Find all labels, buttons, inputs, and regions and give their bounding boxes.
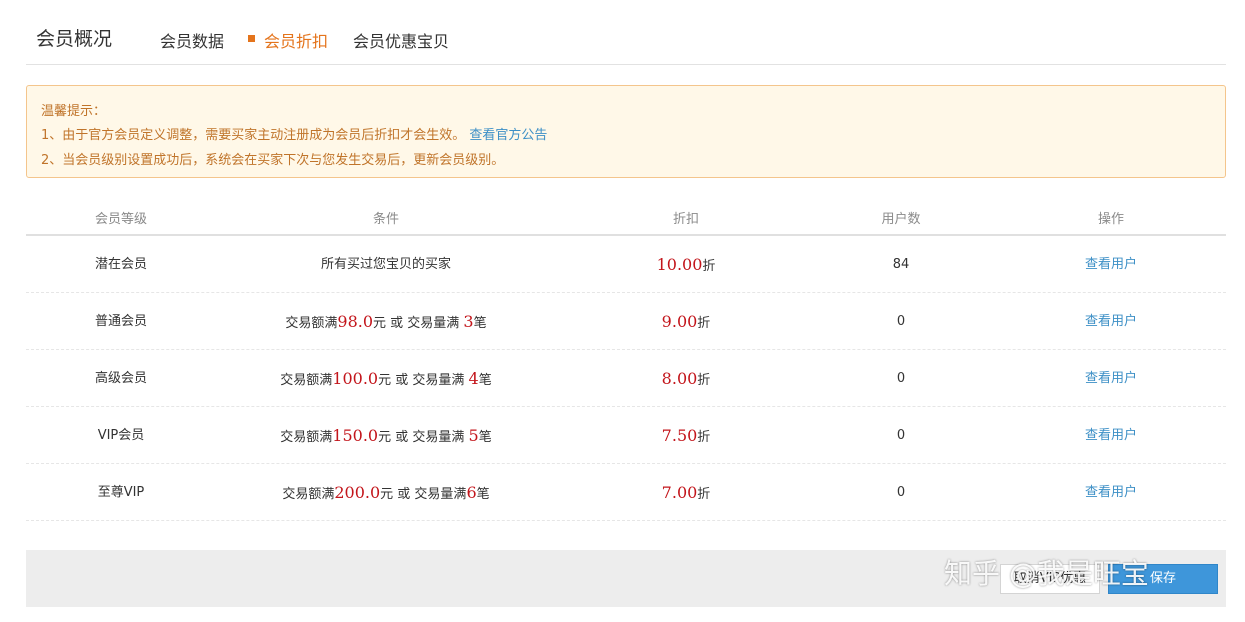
view-users-link[interactable]: 查看用户 <box>1011 407 1211 464</box>
discount-cell: 7.50折 <box>576 407 796 464</box>
view-users-link-text[interactable]: 查看用户 <box>1085 428 1137 443</box>
view-users-link[interactable]: 查看用户 <box>1011 350 1211 407</box>
users-cell: 0 <box>896 314 906 329</box>
discount-unit: 折 <box>702 259 716 274</box>
discount-cell: 10.00折 <box>576 236 796 293</box>
view-users-link-text[interactable]: 查看用户 <box>1085 314 1137 329</box>
condition-amount: 100.0 <box>332 369 379 388</box>
condition-suffix: 笔 <box>473 316 487 331</box>
col-discount-header: 折扣 <box>672 212 699 227</box>
view-users-link[interactable]: 查看用户 <box>1011 236 1211 293</box>
col-action-header: 操作 <box>1097 212 1124 227</box>
condition-amount: 98.0 <box>337 312 374 331</box>
condition-middle: 元 或 交易量满 <box>378 373 469 388</box>
tab-member-discount-label: 会员折扣 <box>264 32 329 51</box>
notice-title: 温馨提示： <box>41 104 107 119</box>
condition-count: 4 <box>468 369 479 388</box>
condition-prefix: 交易额满 <box>280 373 333 388</box>
view-users-link[interactable]: 查看用户 <box>1011 464 1211 521</box>
discount-unit: 折 <box>697 487 711 502</box>
notice-box: 温馨提示： 1、由于官方会员定义调整，需要买家主动注册成为会员后折扣才会生效。 … <box>26 85 1226 178</box>
member-level-table: 会员等级 条件 折扣 用户数 操作 潜在会员 所有买过您宝贝的买家 10.00折… <box>26 198 1226 521</box>
condition-count: 5 <box>468 426 479 445</box>
col-users-header: 用户数 <box>881 212 921 227</box>
users-cell: 84 <box>892 257 910 272</box>
table-row: 普通会员 交易额满98.0元 或 交易量满 3笔 9.00折 0 查看用户 <box>26 293 1226 350</box>
discount-unit: 折 <box>697 430 711 445</box>
view-users-link-text[interactable]: 查看用户 <box>1085 485 1137 500</box>
watermark: 知乎 @我是旺宝 <box>944 557 1149 590</box>
level-cell: 至尊VIP <box>97 485 145 500</box>
condition-cell: 所有买过您宝贝的买家 <box>320 257 451 272</box>
users-cell: 0 <box>896 371 906 386</box>
users-cell: 0 <box>896 428 906 443</box>
discount-unit: 折 <box>697 316 711 331</box>
condition-suffix: 笔 <box>476 487 490 502</box>
table-row: 至尊VIP 交易额满200.0元 或 交易量满6笔 7.00折 0 查看用户 <box>26 464 1226 521</box>
discount-cell: 9.00折 <box>576 293 796 350</box>
level-cell: 潜在会员 <box>94 257 147 272</box>
condition-cell: 交易额满150.0元 或 交易量满 5笔 <box>201 407 571 464</box>
table-header: 会员等级 条件 折扣 用户数 操作 <box>26 198 1226 236</box>
condition-middle: 元 或 交易量满 <box>373 316 464 331</box>
discount-value: 7.00 <box>661 483 698 502</box>
page-header: 会员概况 会员数据 会员折扣 会员优惠宝贝 <box>26 0 1226 65</box>
notice-line-1-text: 1、由于官方会员定义调整，需要买家主动注册成为会员后折扣才会生效。 <box>41 128 466 143</box>
condition-cell: 交易额满100.0元 或 交易量满 4笔 <box>201 350 571 407</box>
table-row: 潜在会员 所有买过您宝贝的买家 10.00折 84 查看用户 <box>26 236 1226 293</box>
official-announcement-link[interactable]: 查看官方公告 <box>469 128 547 143</box>
discount-cell: 7.00折 <box>576 464 796 521</box>
notice-line-2: 2、当会员级别设置成功后，系统会在买家下次与您发生交易后，更新会员级别。 <box>41 153 505 168</box>
condition-count: 6 <box>466 483 477 502</box>
table-row: 高级会员 交易额满100.0元 或 交易量满 4笔 8.00折 0 查看用户 <box>26 350 1226 407</box>
discount-cell: 8.00折 <box>576 350 796 407</box>
level-cell: 普通会员 <box>94 314 147 329</box>
discount-value: 8.00 <box>661 369 698 388</box>
condition-prefix: 交易额满 <box>282 487 335 502</box>
view-users-link-text[interactable]: 查看用户 <box>1085 371 1137 386</box>
col-level-header: 会员等级 <box>94 212 147 227</box>
condition-amount: 150.0 <box>332 426 379 445</box>
discount-value: 7.50 <box>661 426 698 445</box>
condition-middle: 元 或 交易量满 <box>380 487 467 502</box>
discount-unit: 折 <box>697 373 711 388</box>
tab-member-discount[interactable]: 会员折扣 <box>248 28 328 52</box>
level-cell: 高级会员 <box>94 371 147 386</box>
discount-value: 9.00 <box>661 312 698 331</box>
condition-middle: 元 或 交易量满 <box>378 430 469 445</box>
condition-count: 3 <box>463 312 474 331</box>
condition-amount: 200.0 <box>334 483 381 502</box>
tab-member-data[interactable]: 会员数据 <box>160 28 224 52</box>
page-title: 会员概况 <box>36 28 113 50</box>
condition-suffix: 笔 <box>478 373 492 388</box>
view-users-link[interactable]: 查看用户 <box>1011 293 1211 350</box>
tab-member-promo-items[interactable]: 会员优惠宝贝 <box>353 28 449 52</box>
notice-line-1: 1、由于官方会员定义调整，需要买家主动注册成为会员后折扣才会生效。 查看官方公告 <box>41 124 547 143</box>
condition-prefix: 交易额满 <box>280 430 333 445</box>
view-users-link-text[interactable]: 查看用户 <box>1085 257 1137 272</box>
condition-prefix: 交易额满 <box>285 316 338 331</box>
col-condition-header: 条件 <box>372 212 399 227</box>
users-cell: 0 <box>896 485 906 500</box>
discount-value: 10.00 <box>656 255 703 274</box>
condition-suffix: 笔 <box>478 430 492 445</box>
table-row: VIP会员 交易额满150.0元 或 交易量满 5笔 7.50折 0 查看用户 <box>26 407 1226 464</box>
condition-cell: 交易额满200.0元 或 交易量满6笔 <box>201 464 571 521</box>
condition-cell: 交易额满98.0元 或 交易量满 3笔 <box>201 293 571 350</box>
level-cell: VIP会员 <box>97 428 145 443</box>
